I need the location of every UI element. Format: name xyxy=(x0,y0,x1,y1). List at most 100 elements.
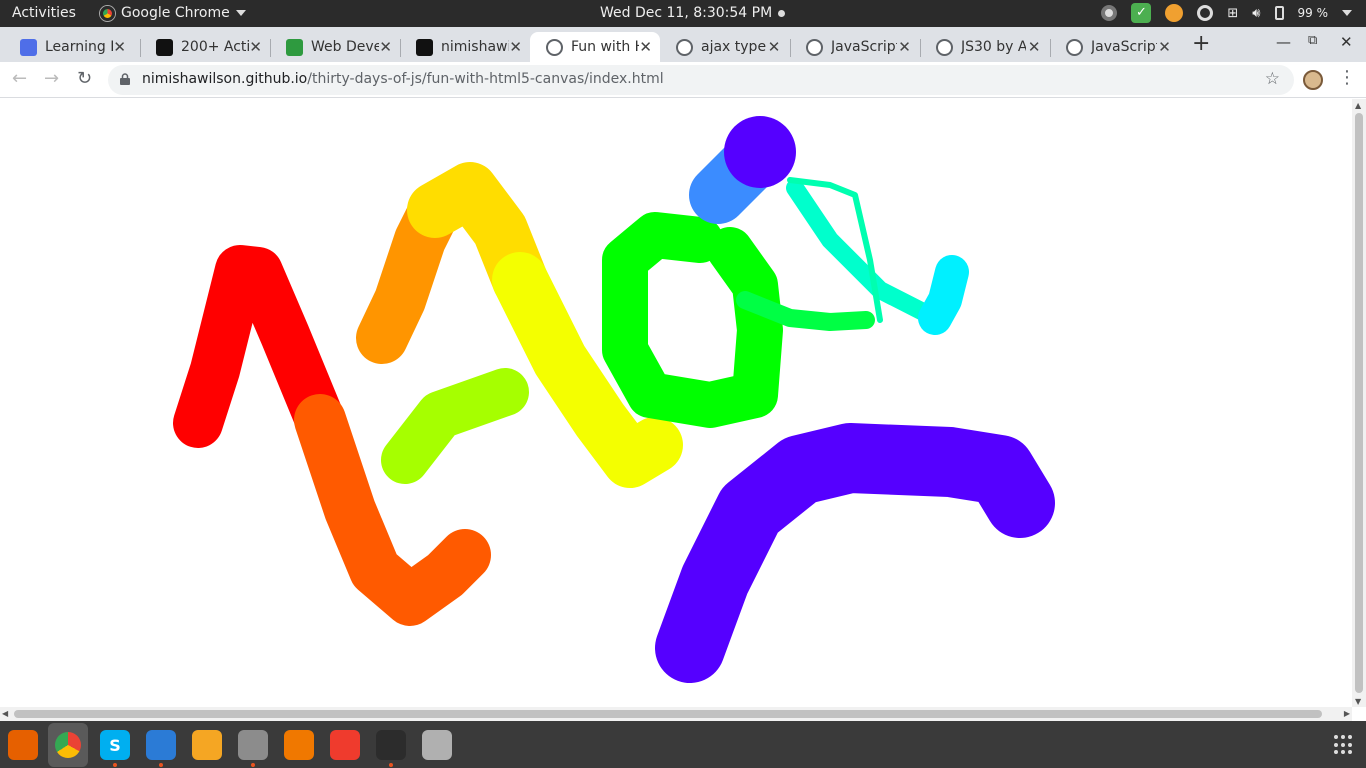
anydesk-icon[interactable] xyxy=(330,730,360,760)
vlc-icon[interactable] xyxy=(284,730,314,760)
tray-app-icon[interactable] xyxy=(1165,4,1184,22)
url-text: nimishawilson.github.io/thirty-days-of-j… xyxy=(142,71,664,87)
skype-icon[interactable]: S xyxy=(100,730,130,767)
scroll-up-arrow-icon[interactable]: ▲ xyxy=(1355,101,1361,110)
tab-close-icon[interactable]: ✕ xyxy=(1157,38,1172,56)
back-button[interactable]: ← xyxy=(12,68,27,89)
tab-6[interactable]: ajax type ✕ xyxy=(660,32,790,62)
files-icon[interactable] xyxy=(238,730,268,767)
notification-dot-icon xyxy=(778,9,786,17)
horizontal-scrollbar[interactable]: ◀ ▶ xyxy=(0,707,1352,721)
url-path: /thirty-days-of-js/fun-with-html5-canvas… xyxy=(307,71,664,87)
globe-icon xyxy=(936,38,953,56)
chevron-down-icon xyxy=(235,10,246,16)
address-bar[interactable]: nimishawilson.github.io/thirty-days-of-j… xyxy=(108,65,1294,95)
tab-title: Learning Path xyxy=(45,39,113,55)
battery-icon[interactable] xyxy=(1274,6,1284,20)
tab-title: JS30 by A xyxy=(961,39,1027,55)
tab-close-icon[interactable]: ✕ xyxy=(509,38,522,56)
tab-3[interactable]: Web Develop✕ xyxy=(270,32,400,62)
globe-icon xyxy=(806,38,823,56)
reload-button[interactable]: ↻ xyxy=(77,68,92,89)
tab-separator xyxy=(1050,39,1051,57)
sublime-icon[interactable] xyxy=(192,730,222,760)
tab-close-icon[interactable]: ✕ xyxy=(249,38,262,56)
brush-stroke-1 xyxy=(173,245,345,448)
show-applications-icon[interactable] xyxy=(1334,735,1354,755)
chrome-logo xyxy=(55,732,81,758)
check-icon[interactable]: ✓ xyxy=(1131,3,1152,23)
profile-avatar[interactable] xyxy=(1303,70,1323,90)
brush-stroke-14 xyxy=(655,423,1055,683)
tab-strip: Learning Path✕200+ Action✕Web Develop✕ni… xyxy=(0,27,1366,62)
drawing-canvas[interactable] xyxy=(0,99,1352,707)
tab-close-icon[interactable]: ✕ xyxy=(379,38,392,56)
github-icon xyxy=(416,38,433,56)
app-menu[interactable]: Google Chrome xyxy=(100,5,246,21)
desktop-screen: Activities Google Chrome Wed Dec 11, 8:3… xyxy=(0,0,1366,768)
tab-1[interactable]: Learning Path✕ xyxy=(4,32,134,62)
clock-label: Wed Dec 11, 8:30:54 PM xyxy=(600,5,773,21)
trello-icon xyxy=(286,38,303,56)
chrome-small-icon xyxy=(100,5,115,21)
tab-close-icon[interactable]: ✕ xyxy=(766,38,782,56)
chevron-down-icon[interactable] xyxy=(1342,10,1352,16)
scroll-down-arrow-icon[interactable]: ▼ xyxy=(1355,697,1361,706)
tab-4[interactable]: nimishawilson✕ xyxy=(400,32,530,62)
tab-5[interactable]: Fun with HTML5✕ xyxy=(530,32,660,62)
restore-button[interactable]: ⧉ xyxy=(1308,33,1317,48)
brush-stroke-11 xyxy=(786,179,944,327)
close-window-button[interactable]: ✕ xyxy=(1340,33,1353,51)
browser-toolbar: ← → ↻ nimishawilson.github.io/thirty-day… xyxy=(0,62,1366,98)
system-tray[interactable]: ✓ ⊞ 🔊︎ 99 % xyxy=(1101,3,1352,23)
tab-7[interactable]: JavaScript ✕ xyxy=(790,32,920,62)
tab-title: Web Develop xyxy=(311,39,380,55)
terminal-icon[interactable] xyxy=(376,730,406,767)
tab-close-icon[interactable]: ✕ xyxy=(1026,38,1042,56)
globe-icon xyxy=(676,38,693,56)
tab-title: ajax type xyxy=(701,39,767,55)
tab-title: JavaScript xyxy=(831,39,897,55)
lock-icon[interactable] xyxy=(120,73,130,85)
brush-stroke-10 xyxy=(724,116,796,188)
vscode-icon[interactable] xyxy=(146,730,176,767)
tab-9[interactable]: JavaScript ✕ xyxy=(1050,32,1180,62)
menu-kebab-icon[interactable]: ⋮ xyxy=(1338,67,1356,88)
clock[interactable]: Wed Dec 11, 8:30:54 PM xyxy=(600,5,786,21)
brush-stroke-6 xyxy=(381,368,529,484)
globe-icon xyxy=(546,38,563,56)
tab-title: nimishawilson xyxy=(441,39,510,55)
tab-separator xyxy=(790,39,791,57)
bookmark-star-icon[interactable]: ☆ xyxy=(1265,69,1280,89)
network-icon[interactable]: ⊞ xyxy=(1227,6,1238,21)
dock-icon-label: S xyxy=(109,735,121,755)
tab-2[interactable]: 200+ Action✕ xyxy=(140,32,270,62)
firefox-icon[interactable] xyxy=(8,730,38,760)
chrome-icon[interactable] xyxy=(48,723,88,767)
globe-icon xyxy=(1066,38,1083,56)
vertical-scroll-thumb[interactable] xyxy=(1355,113,1363,693)
new-tab-button[interactable]: + xyxy=(1192,31,1210,56)
page-content xyxy=(0,99,1352,707)
forward-button[interactable]: → xyxy=(44,68,59,89)
tab-close-icon[interactable]: ✕ xyxy=(113,38,126,56)
v-icon xyxy=(156,38,173,56)
horizontal-scroll-thumb[interactable] xyxy=(14,710,1322,718)
tab-title: 200+ Action xyxy=(181,39,250,55)
tab-separator xyxy=(270,39,271,57)
volume-icon[interactable]: 🔊︎ xyxy=(1252,6,1260,21)
tray-sync-icon[interactable] xyxy=(1197,5,1214,21)
docs-icon xyxy=(20,38,37,56)
ubuntu-dock: S xyxy=(0,721,1366,768)
tab-separator xyxy=(920,39,921,57)
scroll-left-arrow-icon[interactable]: ◀ xyxy=(2,709,8,718)
settings-icon[interactable] xyxy=(422,730,452,760)
activities-button[interactable]: Activities xyxy=(12,5,76,21)
record-icon[interactable] xyxy=(1101,5,1118,21)
vertical-scrollbar[interactable]: ▲ ▼ xyxy=(1352,99,1366,707)
tab-8[interactable]: JS30 by A ✕ xyxy=(920,32,1050,62)
minimize-button[interactable]: — xyxy=(1276,33,1291,51)
scroll-right-arrow-icon[interactable]: ▶ xyxy=(1344,709,1350,718)
tab-close-icon[interactable]: ✕ xyxy=(897,38,912,56)
tab-close-icon[interactable]: ✕ xyxy=(639,38,652,56)
